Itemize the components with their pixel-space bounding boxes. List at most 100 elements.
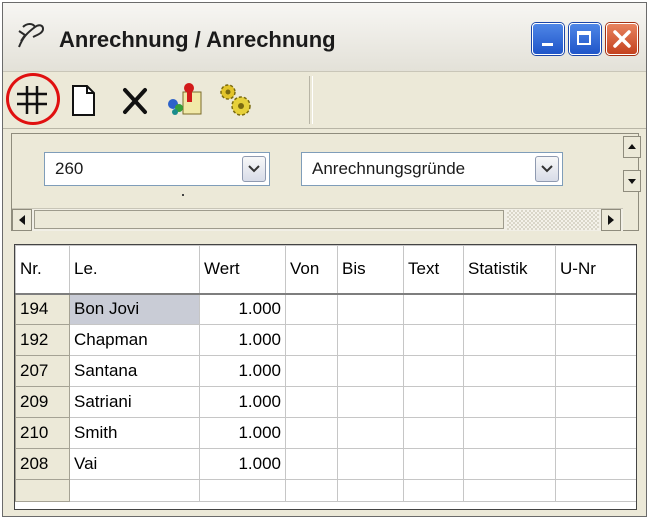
u-nr-cell[interactable] xyxy=(555,355,636,387)
app-icon xyxy=(18,23,45,48)
grid-icon[interactable] xyxy=(11,78,55,122)
row-number-cell[interactable]: 208 xyxy=(15,448,70,480)
arrow-up-icon xyxy=(628,144,636,149)
text-cell[interactable] xyxy=(403,417,464,449)
bis-cell[interactable] xyxy=(337,479,404,502)
maximize-button[interactable] xyxy=(569,23,601,55)
column-header-von[interactable]: Von xyxy=(285,245,338,295)
wert-cell[interactable]: 1.000 xyxy=(199,386,286,418)
reason-combobox[interactable]: Anrechnungsgründe xyxy=(301,152,563,186)
le-cell[interactable]: Chapman xyxy=(69,324,200,356)
statistik-cell[interactable] xyxy=(463,386,556,418)
bis-cell[interactable] xyxy=(337,324,404,356)
scroll-up-button[interactable] xyxy=(623,136,641,158)
bis-cell[interactable] xyxy=(337,417,404,449)
arrow-down-icon xyxy=(628,179,636,184)
table-row[interactable]: 210 Smith 1.000 xyxy=(15,417,636,449)
von-cell[interactable] xyxy=(285,448,338,480)
number-combobox-value: 260 xyxy=(55,159,84,178)
le-cell[interactable]: Vai xyxy=(69,448,200,480)
new-document-icon[interactable] xyxy=(61,78,105,122)
table-row[interactable]: 207 Santana 1.000 xyxy=(15,355,636,387)
table-row[interactable]: 192 Chapman 1.000 xyxy=(15,324,636,356)
delete-icon[interactable] xyxy=(113,78,157,122)
von-cell[interactable] xyxy=(285,386,338,418)
von-cell[interactable] xyxy=(285,324,338,356)
row-number-cell[interactable] xyxy=(15,479,70,502)
row-number-cell[interactable]: 207 xyxy=(15,355,70,387)
text-cell[interactable] xyxy=(403,355,464,387)
le-cell[interactable]: Bon Jovi xyxy=(69,293,200,325)
text-cell[interactable] xyxy=(403,448,464,480)
arrow-right-icon xyxy=(608,215,614,225)
statistik-cell[interactable] xyxy=(463,448,556,480)
row-number-cell[interactable]: 194 xyxy=(15,293,70,325)
wert-cell[interactable]: 1.000 xyxy=(199,355,286,387)
von-cell[interactable] xyxy=(285,355,338,387)
row-number-cell[interactable]: 192 xyxy=(15,324,70,356)
le-cell[interactable]: Smith xyxy=(69,417,200,449)
bis-cell[interactable] xyxy=(337,355,404,387)
le-cell[interactable]: Satriani xyxy=(69,386,200,418)
scrollbar-track[interactable] xyxy=(507,210,599,230)
minimize-button[interactable] xyxy=(532,23,564,55)
u-nr-cell[interactable] xyxy=(555,479,636,502)
bis-cell[interactable] xyxy=(337,386,404,418)
statistik-cell[interactable] xyxy=(463,324,556,356)
table-header-row: Nr. Le. Wert Von Bis Text Statistik U-Nr xyxy=(15,245,636,295)
u-nr-cell[interactable] xyxy=(555,293,636,325)
wert-cell[interactable] xyxy=(199,479,286,502)
column-header-text[interactable]: Text xyxy=(403,245,464,295)
text-cell[interactable] xyxy=(403,479,464,502)
text-cell[interactable] xyxy=(403,293,464,325)
reason-combobox-dropdown-button[interactable] xyxy=(535,156,559,182)
number-combobox[interactable]: 260 xyxy=(44,152,270,186)
wert-cell[interactable]: 1.000 xyxy=(199,417,286,449)
statistik-cell[interactable] xyxy=(463,355,556,387)
data-grid[interactable]: Nr. Le. Wert Von Bis Text Statistik U-Nr… xyxy=(14,244,637,510)
chevron-down-icon xyxy=(248,165,260,173)
row-number-cell[interactable]: 210 xyxy=(15,417,70,449)
wert-cell[interactable]: 1.000 xyxy=(199,293,286,325)
column-header-bis[interactable]: Bis xyxy=(337,245,404,295)
wert-cell[interactable]: 1.000 xyxy=(199,448,286,480)
statistik-cell[interactable] xyxy=(463,417,556,449)
column-header-wert[interactable]: Wert xyxy=(199,245,286,295)
new-row[interactable] xyxy=(15,479,636,502)
von-cell[interactable] xyxy=(285,479,338,502)
bis-cell[interactable] xyxy=(337,448,404,480)
column-header-u-nr[interactable]: U-Nr xyxy=(555,245,636,295)
text-cell[interactable] xyxy=(403,386,464,418)
text-cell[interactable] xyxy=(403,324,464,356)
von-cell[interactable] xyxy=(285,293,338,325)
close-button[interactable] xyxy=(606,23,638,55)
le-cell[interactable] xyxy=(69,479,200,502)
scroll-left-button[interactable] xyxy=(12,209,32,231)
statistik-cell[interactable] xyxy=(463,293,556,325)
horizontal-scrollbar[interactable] xyxy=(12,208,623,231)
table-row[interactable]: 194 Bon Jovi 1.000 xyxy=(15,293,636,325)
von-cell[interactable] xyxy=(285,417,338,449)
column-header-statistik[interactable]: Statistik xyxy=(463,245,556,295)
reason-combobox-value: Anrechnungsgründe xyxy=(312,159,466,178)
assign-icon[interactable] xyxy=(163,78,207,122)
u-nr-cell[interactable] xyxy=(555,417,636,449)
bis-cell[interactable] xyxy=(337,293,404,325)
table-row[interactable]: 209 Satriani 1.000 xyxy=(15,386,636,418)
table-row[interactable]: 208 Vai 1.000 xyxy=(15,448,636,480)
statistik-cell[interactable] xyxy=(463,479,556,502)
scroll-down-button[interactable] xyxy=(623,170,641,192)
u-nr-cell[interactable] xyxy=(555,386,636,418)
column-header-le[interactable]: Le. xyxy=(69,245,200,295)
number-combobox-dropdown-button[interactable] xyxy=(242,156,266,182)
row-number-cell[interactable]: 209 xyxy=(15,386,70,418)
scrollbar-thumb[interactable] xyxy=(34,210,504,229)
u-nr-cell[interactable] xyxy=(555,324,636,356)
wert-cell[interactable]: 1.000 xyxy=(199,324,286,356)
le-cell[interactable]: Santana xyxy=(69,355,200,387)
column-header-nr[interactable]: Nr. xyxy=(15,245,70,295)
u-nr-cell[interactable] xyxy=(555,448,636,480)
settings-gears-icon[interactable] xyxy=(213,78,257,122)
title-bar[interactable]: Anrechnung / Anrechnung xyxy=(3,3,646,72)
scroll-right-button[interactable] xyxy=(601,209,621,231)
